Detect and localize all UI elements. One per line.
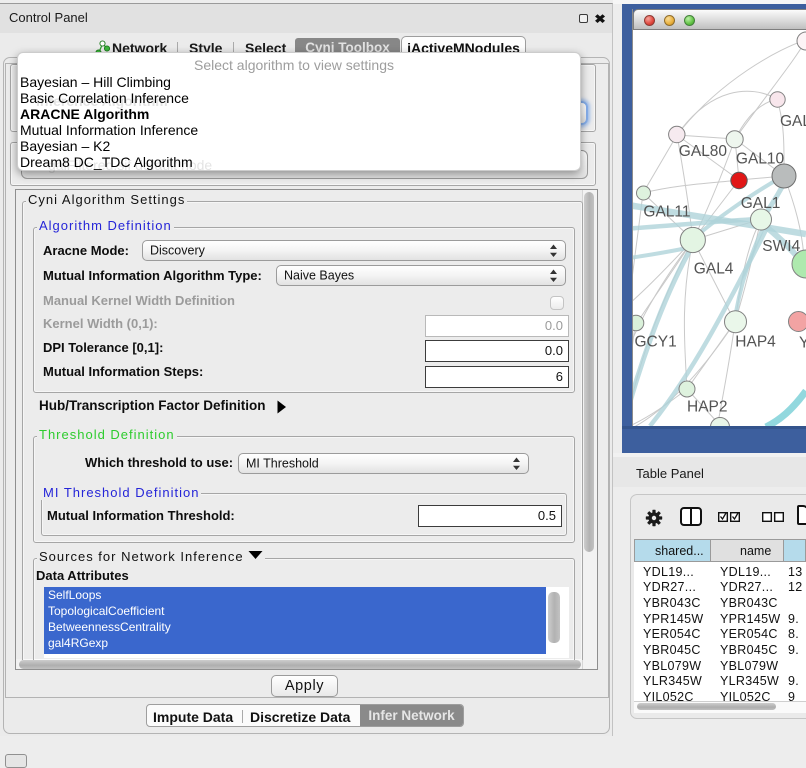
svg-text:GAL1: GAL1 (741, 195, 781, 212)
svg-text:GAL10: GAL10 (736, 151, 785, 168)
svg-text:GAL11: GAL11 (643, 204, 690, 221)
svg-text:HAP2: HAP2 (687, 399, 728, 416)
svg-text:SWI4: SWI4 (762, 238, 800, 255)
svg-text:HAP4: HAP4 (735, 334, 776, 351)
svg-text:Y: Y (799, 335, 806, 352)
svg-text:GAL4: GAL4 (694, 261, 734, 278)
svg-text:GCY1: GCY1 (635, 334, 677, 351)
svg-text:GAL: GAL (780, 113, 806, 130)
svg-text:GAL80: GAL80 (679, 143, 728, 160)
